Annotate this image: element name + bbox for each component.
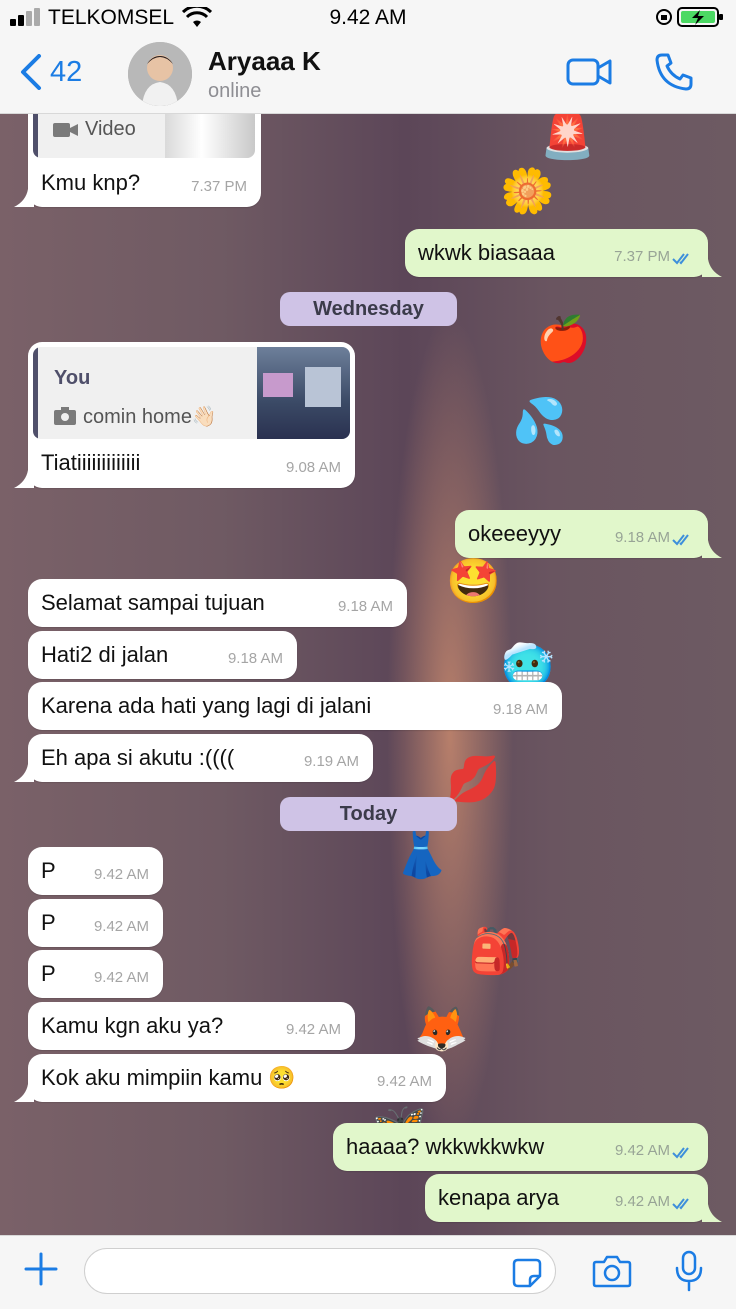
message-time: 9.42 AM: [93, 866, 149, 883]
message-text: Kmu knp?: [41, 170, 141, 195]
bubble-tail: [702, 540, 722, 558]
message-incoming[interactable]: P 9.42 AM: [28, 847, 163, 895]
chevron-left-icon: [21, 54, 41, 90]
date-separator: Today: [280, 797, 457, 831]
quote-author: You: [54, 367, 91, 389]
message-time: 9.08 AM: [285, 459, 341, 476]
message-text: kenapa arya: [438, 1185, 560, 1210]
dress-emoji: 👗: [394, 830, 449, 881]
avatar-image: [128, 42, 192, 106]
message-time: 9.42 AM: [285, 1021, 341, 1038]
message-input[interactable]: [84, 1248, 556, 1294]
message-incoming[interactable]: Selamat sampai tujuan 9.18 AM: [28, 579, 407, 627]
video-icon: [53, 123, 78, 137]
sweat-droplets-emoji: 💦: [512, 396, 567, 447]
message-incoming[interactable]: Video Kmu knp? 7.37 PM: [14, 100, 261, 207]
message-text: Selamat sampai tujuan: [41, 590, 265, 615]
media-label: Video: [85, 118, 136, 140]
message-text: Tiatiiiiiiiiiiiii: [41, 450, 141, 475]
contact-status: online: [208, 80, 262, 102]
photo-thumbnail: [257, 347, 350, 439]
message-time: 9.42 AM: [93, 969, 149, 986]
bubble-tail: [702, 1204, 722, 1222]
read-receipt-icon: [672, 534, 689, 546]
message-time: 9.18 AM: [227, 650, 283, 667]
message-outgoing[interactable]: wkwk biasaaa 7.37 PM: [405, 229, 722, 277]
message-incoming[interactable]: P 9.42 AM: [28, 950, 163, 998]
camera-icon: [54, 407, 76, 425]
message-outgoing[interactable]: kenapa arya 9.42 AM: [425, 1174, 722, 1222]
message-text: haaaa? wkkwkkwkw: [346, 1134, 545, 1159]
quoted-message[interactable]: You comin home👋🏻: [33, 347, 350, 439]
message-time: 9.18 AM: [614, 529, 670, 546]
status-bar: TELKOMSEL 9.42 AM: [0, 0, 736, 36]
camera-icon[interactable]: [592, 1254, 632, 1288]
unread-count: 42: [50, 55, 83, 88]
bubble-tail: [14, 1084, 34, 1102]
fox-emoji: 🦊: [414, 1004, 469, 1055]
bubble-tail: [14, 470, 34, 488]
message-text: Eh apa si akutu :((((: [41, 745, 235, 770]
message-time: 9.18 AM: [492, 701, 548, 718]
quote-text: comin home👋🏻: [83, 406, 217, 428]
message-time: 7.37 PM: [614, 248, 670, 265]
message-text: Kok aku mimpiin kamu 🥺: [41, 1065, 296, 1090]
phone-call-icon[interactable]: [654, 52, 694, 92]
read-receipt-icon: [672, 1147, 689, 1159]
message-time: 9.42 AM: [614, 1193, 670, 1210]
avatar[interactable]: [128, 42, 192, 106]
plus-icon[interactable]: [22, 1250, 60, 1288]
message-time: 9.42 AM: [614, 1142, 670, 1159]
message-text: Kamu kgn aku ya?: [41, 1013, 224, 1038]
star-struck-emoji: 🤩: [446, 556, 501, 607]
backpack-emoji: 🎒: [468, 926, 523, 977]
read-receipt-icon: [672, 1198, 689, 1210]
message-incoming[interactable]: P 9.42 AM: [28, 899, 163, 947]
bubble-tail: [14, 764, 34, 782]
message-text: okeeeyyy: [468, 521, 561, 546]
message-text: wkwk biasaaa: [418, 240, 555, 265]
kiss-mark-emoji: 💋: [446, 754, 501, 805]
bubble-tail: [14, 189, 34, 207]
blossom-emoji: 🌼: [500, 166, 555, 217]
contact-name[interactable]: Aryaaa K: [208, 46, 321, 77]
message-text: P: [41, 858, 56, 883]
message-time: 9.19 AM: [303, 753, 359, 770]
message-time: 7.37 PM: [191, 178, 247, 195]
message-incoming[interactable]: Karena ada hati yang lagi di jalani 9.18…: [28, 682, 562, 730]
message-text: P: [41, 961, 56, 986]
apple-emoji: 🍎: [536, 314, 591, 365]
video-call-icon[interactable]: [566, 56, 612, 88]
message-time: 9.42 AM: [93, 918, 149, 935]
composer-bar: [0, 1235, 736, 1309]
message-time: 9.42 AM: [376, 1073, 432, 1090]
message-incoming[interactable]: Kamu kgn aku ya? 9.42 AM: [28, 1002, 355, 1050]
message-incoming[interactable]: Kok aku mimpiin kamu 🥺 9.42 AM: [14, 1054, 446, 1102]
message-incoming[interactable]: You comin home👋🏻 Tiatiiiiiiiiiiiii 9.08 …: [14, 342, 355, 488]
message-time: 9.18 AM: [337, 598, 393, 615]
message-outgoing[interactable]: okeeeyyy 9.18 AM: [455, 510, 722, 558]
message-incoming[interactable]: Eh apa si akutu :(((( 9.19 AM: [14, 734, 373, 782]
chat-header: 42 Aryaaa K online: [0, 36, 736, 114]
microphone-icon[interactable]: [674, 1250, 704, 1292]
sticker-icon[interactable]: [512, 1258, 542, 1288]
date-separator: Wednesday: [280, 292, 457, 326]
message-text: Karena ada hati yang lagi di jalani: [41, 693, 372, 718]
clock: 9.42 AM: [329, 6, 407, 29]
status-right: [656, 6, 726, 28]
siren-emoji: 🚨: [540, 111, 595, 162]
message-text: Hati2 di jalan: [41, 642, 169, 667]
message-incoming[interactable]: Hati2 di jalan 9.18 AM: [28, 631, 297, 679]
message-outgoing[interactable]: haaaa? wkkwkkwkw 9.42 AM: [333, 1123, 708, 1171]
message-text: P: [41, 910, 56, 935]
battery-icon: [656, 7, 723, 27]
read-receipt-icon: [672, 253, 689, 265]
bubble-tail: [702, 259, 722, 277]
back-button[interactable]: 42: [20, 50, 82, 94]
